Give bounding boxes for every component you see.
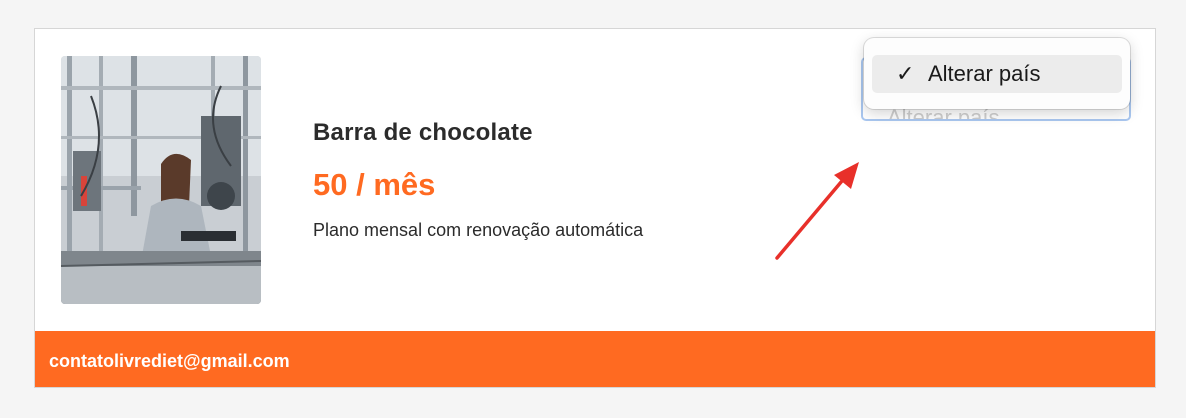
product-price: 50 / mês bbox=[313, 167, 436, 202]
country-dropdown-menu: ✓ Alterar país bbox=[864, 38, 1130, 109]
product-title: Barra de chocolate bbox=[313, 119, 533, 146]
check-icon: ✓ bbox=[896, 61, 915, 86]
contact-email[interactable]: contatolivrediet@gmail.com bbox=[49, 351, 290, 372]
product-description: Plano mensal com renovação automática bbox=[313, 220, 644, 240]
product-card: Barra de chocolate 50 / mês Plano mensal… bbox=[34, 28, 1156, 388]
dropdown-option-label: Alterar país bbox=[928, 61, 1041, 86]
product-image bbox=[61, 56, 261, 304]
footer-bar: contatolivrediet@gmail.com bbox=[35, 331, 1155, 387]
dropdown-option-change-country[interactable]: ✓ Alterar país bbox=[872, 55, 1122, 93]
